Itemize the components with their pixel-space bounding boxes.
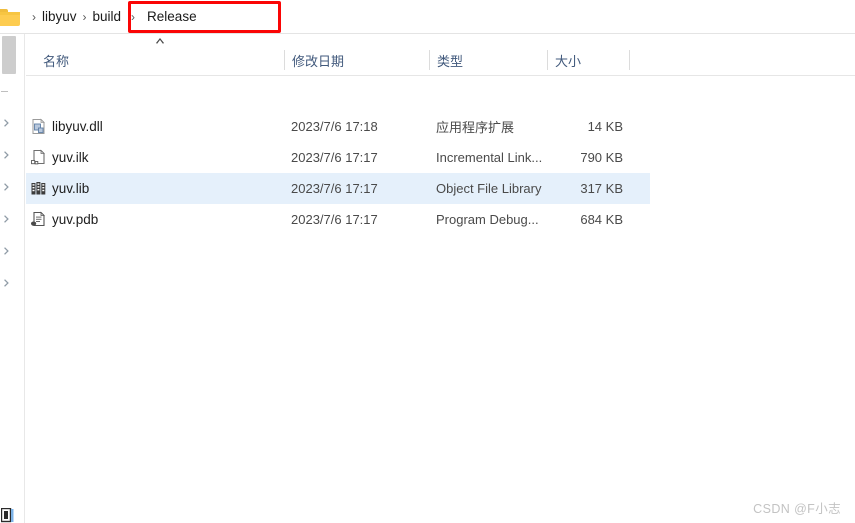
ilk-file-icon: [30, 149, 47, 166]
file-date-modified: 2023/7/6 17:17: [291, 181, 378, 196]
file-type: Program Debug...: [436, 212, 539, 227]
pdb-file-icon: [30, 211, 47, 228]
breadcrumb-item-build[interactable]: build: [93, 9, 122, 24]
dll-file-icon: [30, 118, 47, 135]
column-header-date-modified[interactable]: 修改日期: [292, 45, 344, 76]
chevron-right-icon[interactable]: [1, 277, 13, 289]
file-date-modified: 2023/7/6 17:18: [291, 119, 378, 134]
file-name[interactable]: yuv.lib: [52, 173, 89, 204]
file-date-modified: 2023/7/6 17:17: [291, 212, 378, 227]
file-size: 790 KB: [580, 150, 623, 165]
column-header-row: 名称 修改日期 类型 大小: [26, 45, 855, 76]
file-name[interactable]: yuv.pdb: [52, 204, 98, 235]
breadcrumb-separator-1: ›: [82, 9, 87, 24]
column-divider[interactable]: [547, 50, 548, 70]
breadcrumb-separator-0: ›: [32, 9, 36, 24]
column-divider[interactable]: [284, 50, 285, 70]
navigation-pane[interactable]: [0, 34, 25, 523]
chevron-right-icon[interactable]: [1, 213, 13, 225]
chevron-right-icon[interactable]: [1, 245, 13, 257]
file-list-view[interactable]: 名称 修改日期 类型 大小 libyuv.dll 2023/7/6 17:18 …: [26, 34, 855, 523]
chevron-right-icon[interactable]: [1, 117, 13, 129]
breadcrumb-item-release[interactable]: Release: [147, 9, 197, 24]
breadcrumb-bar[interactable]: › libyuv › build › Release: [0, 0, 855, 34]
file-name[interactable]: libyuv.dll: [52, 111, 103, 142]
breadcrumb-separator-2: ›: [131, 9, 136, 24]
column-header-type[interactable]: 类型: [437, 45, 463, 76]
file-size: 14 KB: [587, 119, 623, 134]
chevron-right-icon[interactable]: [1, 181, 13, 193]
file-date-modified: 2023/7/6 17:17: [291, 150, 378, 165]
table-row[interactable]: yuv.lib 2023/7/6 17:17 Object File Libra…: [26, 173, 650, 204]
taskbar-window-icon[interactable]: [1, 508, 14, 523]
column-header-name[interactable]: 名称: [43, 45, 69, 76]
breadcrumb-item-libyuv[interactable]: libyuv: [42, 9, 77, 24]
navigation-pane-divider: [1, 91, 8, 92]
csdn-watermark: CSDN @F小志: [753, 502, 841, 516]
file-size: 317 KB: [580, 181, 623, 196]
table-row[interactable]: yuv.ilk 2023/7/6 17:17 Incremental Link.…: [26, 142, 650, 173]
column-divider[interactable]: [629, 50, 630, 70]
breadcrumb-group-release[interactable]: › Release: [121, 9, 197, 24]
chevron-right-icon[interactable]: [1, 149, 13, 161]
navigation-pane-scrollbar-thumb[interactable]: [2, 36, 16, 74]
column-divider[interactable]: [429, 50, 430, 70]
folder-icon: [0, 6, 26, 28]
column-header-size[interactable]: 大小: [555, 45, 581, 76]
table-row[interactable]: yuv.pdb 2023/7/6 17:17 Program Debug... …: [26, 204, 650, 235]
file-size: 684 KB: [580, 212, 623, 227]
file-type: 应用程序扩展: [436, 120, 515, 135]
table-row[interactable]: libyuv.dll 2023/7/6 17:18 应用程序扩展 14 KB: [26, 111, 650, 142]
lib-file-icon: [30, 180, 47, 197]
file-name[interactable]: yuv.ilk: [52, 142, 89, 173]
